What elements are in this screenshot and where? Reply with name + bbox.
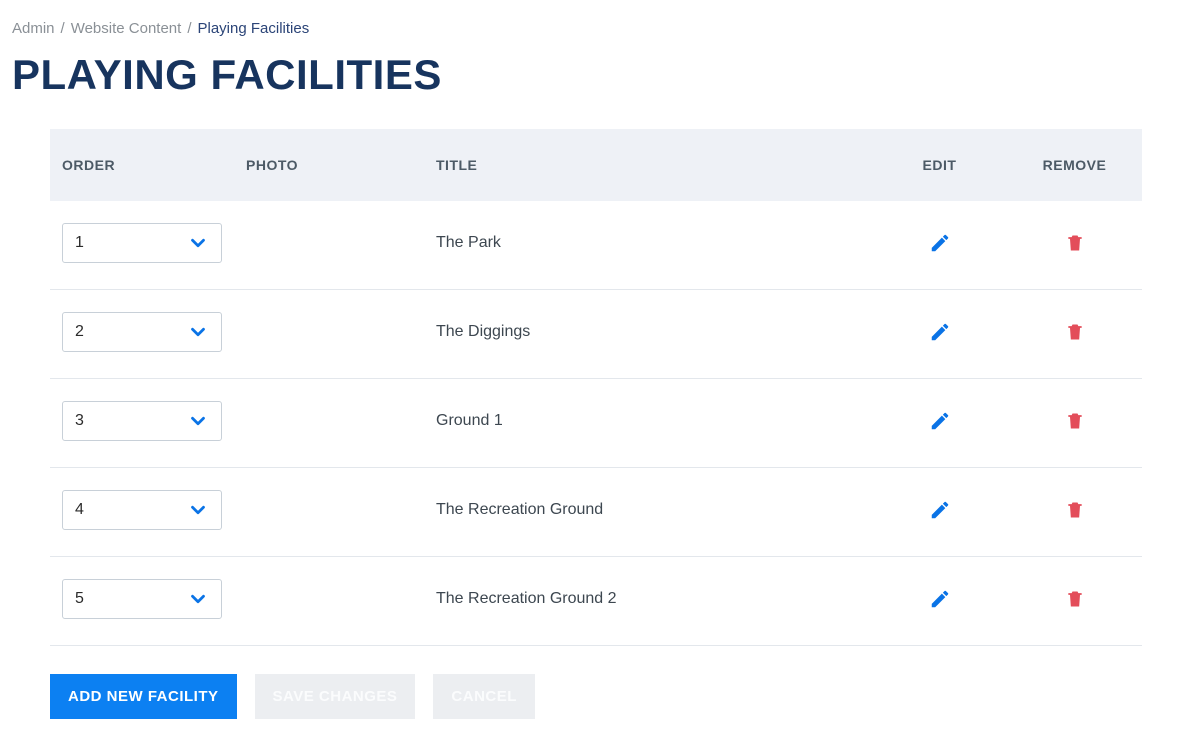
col-header-photo: PHOTO xyxy=(234,129,424,201)
trash-icon xyxy=(1065,321,1085,343)
order-value: 1 xyxy=(75,234,84,252)
pencil-icon xyxy=(929,588,951,610)
table-row: 2 The Diggings xyxy=(50,290,1142,379)
col-header-title: TITLE xyxy=(424,129,872,201)
remove-button[interactable] xyxy=(1061,228,1089,258)
order-select[interactable]: 5 xyxy=(62,579,222,619)
action-bar: ADD NEW FACILITY SAVE CHANGES CANCEL xyxy=(50,674,1180,719)
pencil-icon xyxy=(929,232,951,254)
edit-button[interactable] xyxy=(925,495,955,525)
breadcrumb: Admin / Website Content / Playing Facili… xyxy=(12,20,1180,37)
remove-button[interactable] xyxy=(1061,495,1089,525)
photo-cell xyxy=(234,557,424,646)
remove-button[interactable] xyxy=(1061,584,1089,614)
order-value: 5 xyxy=(75,590,84,608)
photo-cell xyxy=(234,201,424,290)
edit-button[interactable] xyxy=(925,228,955,258)
facilities-table: ORDER PHOTO TITLE EDIT REMOVE 1The Park2… xyxy=(50,129,1142,646)
breadcrumb-sep: / xyxy=(187,20,191,37)
order-value: 2 xyxy=(75,323,84,341)
breadcrumb-admin[interactable]: Admin xyxy=(12,20,55,37)
col-header-order: ORDER xyxy=(50,129,234,201)
order-select[interactable]: 3 xyxy=(62,401,222,441)
edit-button[interactable] xyxy=(925,584,955,614)
order-value: 4 xyxy=(75,501,84,519)
photo-cell xyxy=(234,468,424,557)
table-row: 4 The Recreation Ground xyxy=(50,468,1142,557)
pencil-icon xyxy=(929,410,951,432)
add-new-facility-button[interactable]: ADD NEW FACILITY xyxy=(50,674,237,719)
trash-icon xyxy=(1065,410,1085,432)
remove-button[interactable] xyxy=(1061,406,1089,436)
col-header-edit: EDIT xyxy=(872,129,1007,201)
trash-icon xyxy=(1065,499,1085,521)
edit-button[interactable] xyxy=(925,317,955,347)
table-row: 5 The Recreation Ground 2 xyxy=(50,557,1142,646)
edit-button[interactable] xyxy=(925,406,955,436)
breadcrumb-sep: / xyxy=(61,20,65,37)
order-select[interactable]: 2 xyxy=(62,312,222,352)
chevron-down-icon xyxy=(187,321,209,343)
pencil-icon xyxy=(929,321,951,343)
order-value: 3 xyxy=(75,412,84,430)
remove-button[interactable] xyxy=(1061,317,1089,347)
chevron-down-icon xyxy=(187,588,209,610)
order-select[interactable]: 4 xyxy=(62,490,222,530)
chevron-down-icon xyxy=(187,232,209,254)
trash-icon xyxy=(1065,232,1085,254)
col-header-remove: REMOVE xyxy=(1007,129,1142,201)
breadcrumb-current: Playing Facilities xyxy=(198,20,310,37)
title-cell: The Diggings xyxy=(424,290,872,379)
order-select[interactable]: 1 xyxy=(62,223,222,263)
title-cell: The Recreation Ground xyxy=(424,468,872,557)
trash-icon xyxy=(1065,588,1085,610)
title-cell: The Recreation Ground 2 xyxy=(424,557,872,646)
table-row: 3 Ground 1 xyxy=(50,379,1142,468)
pencil-icon xyxy=(929,499,951,521)
cancel-button[interactable]: CANCEL xyxy=(433,674,535,719)
chevron-down-icon xyxy=(187,499,209,521)
table-row: 1 The Park xyxy=(50,201,1142,290)
save-changes-button[interactable]: SAVE CHANGES xyxy=(255,674,416,719)
breadcrumb-website-content[interactable]: Website Content xyxy=(71,20,182,37)
title-cell: The Park xyxy=(424,201,872,290)
photo-cell xyxy=(234,379,424,468)
page-title: PLAYING FACILITIES xyxy=(12,51,1180,99)
photo-cell xyxy=(234,290,424,379)
title-cell: Ground 1 xyxy=(424,379,872,468)
chevron-down-icon xyxy=(187,410,209,432)
